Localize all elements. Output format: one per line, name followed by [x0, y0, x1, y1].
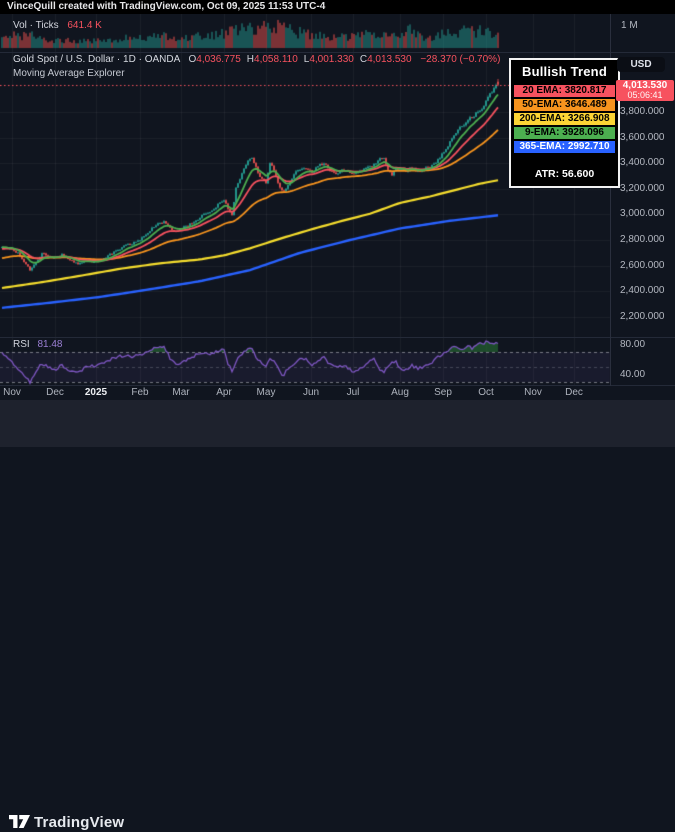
- price-tick-label: 2,800.000: [620, 234, 665, 245]
- bar-countdown: 05:06:41: [627, 90, 663, 100]
- watermark-text: VinceQuill created with TradingView.com,…: [7, 1, 326, 12]
- price-tick-label: 3,800.000: [620, 106, 665, 117]
- time-tick-label: Feb: [131, 387, 149, 398]
- ohlc-prefix: H: [246, 54, 255, 65]
- price-tick-label: 2,600.000: [620, 259, 665, 271]
- time-tick-label: Oct: [478, 387, 494, 398]
- volume-pane-legend[interactable]: Vol · Ticks 641.4 K: [13, 20, 102, 31]
- ohlc-number: 4,058.110: [254, 54, 298, 65]
- currency-button[interactable]: USD: [617, 57, 665, 72]
- price-tick-label: 3,200.000: [620, 182, 665, 194]
- last-price-tag: 4,013.530 05:06:41: [616, 80, 674, 101]
- time-tick-label: Dec: [46, 387, 64, 398]
- time-tick-label: May: [256, 387, 276, 398]
- rsi-value: 81.48: [37, 339, 63, 350]
- ema-legend-row: 365-EMA: 2992.710: [514, 141, 615, 153]
- tradingview-chart-page: { "title_bar": { "text": "VinceQuill cre…: [0, 0, 675, 831]
- rsi-tick-label: 40.00: [620, 368, 646, 380]
- time-axis-separator: [0, 385, 675, 386]
- ohlc-values: O4,036.775 H4,058.110 L4,001.330 C4,013.530: [183, 54, 412, 65]
- tradingview-logo-icon[interactable]: [9, 815, 30, 832]
- watermark-title-bar: VinceQuill created with TradingView.com,…: [0, 0, 675, 14]
- ema-legend-row: 20 EMA: 3820.817: [514, 85, 615, 97]
- ema-legend-row: 50-EMA: 3646.489: [514, 99, 615, 111]
- symbol-legend-row[interactable]: Gold Spot / U.S. Dollar · 1D · OANDA O4,…: [13, 54, 500, 65]
- rsi-label: RSI: [13, 339, 30, 350]
- time-tick-label: Nov: [524, 387, 542, 398]
- volume-value: 641.4 K: [67, 20, 102, 31]
- rsi-tick-label: 80.00: [620, 338, 646, 350]
- price-tick-label: 3,600.000: [620, 131, 665, 143]
- footer-bar: TradingView: [0, 400, 675, 831]
- price-tick-label: 3,400.000: [620, 157, 665, 169]
- tradingview-brand-text[interactable]: TradingView: [34, 814, 124, 831]
- atr-value-label: ATR: 56.600: [514, 168, 615, 180]
- change-value: −28.370 (−0.70%): [420, 54, 501, 65]
- time-tick-label: Mar: [172, 387, 190, 398]
- ma-explorer-legend-panel: Bullish Trend 20 EMA: 3820.817 50-EMA: 36…: [509, 58, 620, 188]
- indicator-title[interactable]: Moving Average Explorer: [13, 68, 125, 79]
- ohlc-number: 4,036.775: [196, 54, 241, 65]
- volume-label: Vol · Ticks: [13, 20, 59, 31]
- symbol-title[interactable]: Gold Spot / U.S. Dollar · 1D · OANDA: [13, 54, 180, 65]
- volume-scale-label: 1 M: [621, 20, 638, 31]
- ohlc-prefix: C: [359, 54, 368, 65]
- ohlc-number: 4,013.530: [367, 54, 412, 65]
- time-tick-label: Aug: [391, 387, 409, 398]
- time-tick-label: Sep: [434, 387, 452, 398]
- time-tick-label: Nov: [3, 387, 21, 398]
- rsi-pane-legend[interactable]: RSI 81.48: [13, 339, 62, 350]
- ema-legend-row: 200-EMA: 3266.908: [514, 113, 615, 125]
- pane-separator-volume[interactable]: [0, 52, 675, 53]
- ohlc-number: 4,001.330: [309, 54, 354, 65]
- price-tick-label: 2,200.000: [620, 310, 665, 322]
- time-tick-label: 2025: [84, 387, 108, 398]
- ema-legend-rows: 20 EMA: 3820.817 50-EMA: 3646.489 200-EMA:…: [514, 85, 615, 153]
- time-tick-label: Apr: [216, 387, 232, 398]
- price-tick-label: 3,000.000: [620, 208, 665, 220]
- trend-status-label: Bullish Trend: [522, 64, 607, 79]
- ema-legend-row: 9-EMA: 3928.096: [514, 127, 615, 139]
- time-tick-label: Jul: [346, 387, 360, 398]
- time-tick-label: Dec: [565, 387, 583, 398]
- time-tick-label: Jun: [302, 387, 320, 398]
- pane-separator-rsi[interactable]: [0, 337, 675, 338]
- price-tick-label: 2,400.000: [620, 285, 665, 297]
